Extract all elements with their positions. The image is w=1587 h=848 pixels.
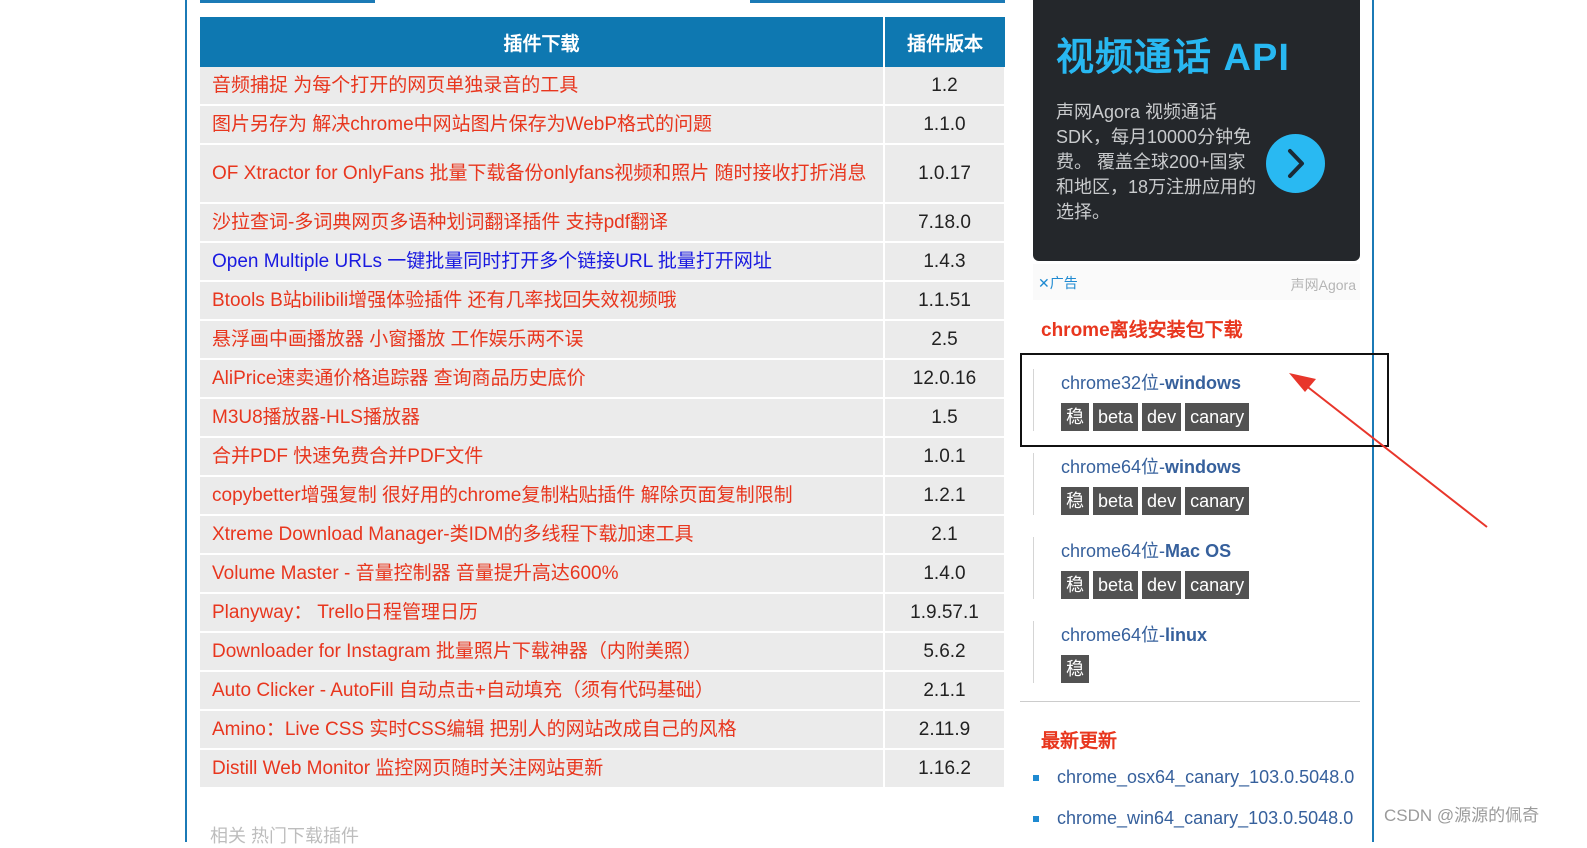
watermark: CSDN @源源的佩奇	[1384, 806, 1540, 825]
table-row: Planyway： Trello日程管理日历 1.9.57.1	[200, 593, 1006, 633]
plugin-link[interactable]: Distill Web Monitor 监控网页随时关注网站更新	[200, 749, 885, 789]
badge-dev[interactable]: dev版	[1142, 571, 1182, 623]
update-item[interactable]: chrome_osx64_canary_103.0.5048.0	[1033, 767, 1354, 788]
badge-stable[interactable]: 稳定版	[1061, 487, 1089, 567]
section-heading-cut: 相关 热门下载插件	[210, 826, 360, 846]
ad-description: 声网Agora 视频通话SDK，每月10000分钟免费。 覆盖全球200+国家和…	[1056, 102, 1257, 222]
plugin-version: 1.0.17	[884, 144, 1006, 204]
plugin-link[interactable]: copybetter增强复制 很好用的chrome复制粘贴插件 解除页面复制限制	[200, 476, 885, 516]
plugin-version: 1.1.0	[884, 105, 1006, 145]
divider	[1033, 621, 1034, 683]
plugin-link[interactable]: Btools B站bilibili增强体验插件 还有几率找回失效视频哦	[200, 281, 885, 321]
plugin-link[interactable]: OF Xtractor for OnlyFans 批量下载备份onlyfans视…	[200, 144, 885, 204]
badge-stable[interactable]: 稳定版	[1061, 571, 1089, 651]
plugin-link[interactable]: 沙拉查词-多词典网页多语种划词翻译插件 支持pdf翻译	[200, 203, 885, 243]
ad-banner[interactable]: 视频通话 API 声网Agora 视频通话SDK，每月10000分钟免费。 覆盖…	[1033, 0, 1360, 261]
updates-section-title: 最新更新	[1041, 731, 1118, 752]
table-row: OF Xtractor for OnlyFans 批量下载备份onlyfans视…	[200, 144, 1006, 204]
plugin-link[interactable]: 合并PDF 快速免费合并PDF文件	[200, 437, 885, 477]
table-row: Downloader for Instagram 批量照片下载神器（内附美照） 5…	[200, 632, 1006, 672]
table-row: Xtreme Download Manager-类IDM的多线程下载加速工具 2.…	[200, 515, 1006, 555]
plugin-version: 2.1.1	[884, 671, 1006, 711]
plugin-version: 1.1.51	[884, 281, 1006, 321]
offline-section-title: chrome离线安装包下载	[1041, 320, 1243, 341]
plugin-version: 1.9.57.1	[884, 593, 1006, 633]
plugin-link[interactable]: Downloader for Instagram 批量照片下载神器（内附美照）	[200, 632, 885, 672]
table-row: AliPrice速卖通价格追踪器 查询商品历史底价 12.0.16	[200, 359, 1006, 399]
plugin-version: 1.16.2	[884, 749, 1006, 789]
table-row: copybetter增强复制 很好用的chrome复制粘贴插件 解除页面复制限制…	[200, 476, 1006, 516]
table-row: Open Multiple URLs 一键批量同时打开多个链接URL 批量打开网…	[200, 242, 1006, 282]
plugin-version: 1.4.0	[884, 554, 1006, 594]
download-title[interactable]: chrome64位-Mac OS	[1061, 537, 1231, 563]
table-row: 悬浮画中画播放器 小窗播放 工作娱乐两不误 2.5	[200, 320, 1006, 360]
plugin-link[interactable]: 悬浮画中画播放器 小窗播放 工作娱乐两不误	[200, 320, 885, 360]
table-row: Btools B站bilibili增强体验插件 还有几率找回失效视频哦 1.1.5…	[200, 281, 1006, 321]
plugin-link[interactable]: Auto Clicker - AutoFill 自动点击+自动填充（须有代码基础…	[200, 671, 885, 711]
section-divider	[1020, 701, 1360, 702]
ad-arrow-button[interactable]	[1266, 134, 1325, 193]
table-row: 合并PDF 快速免费合并PDF文件 1.0.1	[200, 437, 1006, 477]
table-row: 沙拉查词-多词典网页多语种划词翻译插件 支持pdf翻译 7.18.0	[200, 203, 1006, 243]
plugin-table: 插件下载 插件版本 音频捕捉 为每个打开的网页单独录音的工具 1.2 图片另存为 …	[200, 17, 1006, 789]
content-border-left	[185, 0, 187, 842]
table-row: 图片另存为 解决chrome中网站图片保存为WebP格式的问题 1.1.0	[200, 105, 1006, 145]
plugin-version: 5.6.2	[884, 632, 1006, 672]
ad-brand: 声网Agora	[1290, 277, 1356, 293]
plugin-version: 2.11.9	[884, 710, 1006, 750]
update-item[interactable]: chrome_win64_canary_103.0.5048.0	[1033, 808, 1353, 829]
table-row: 音频捕捉 为每个打开的网页单独录音的工具 1.2	[200, 67, 1006, 106]
plugin-link[interactable]: M3U8播放器-HLS播放器	[200, 398, 885, 438]
table-row: Amino：Live CSS 实时CSS编辑 把别人的网站改成自己的风格 2.11…	[200, 710, 1006, 750]
badge-stable[interactable]: 稳定版	[1061, 655, 1089, 735]
table-row: Auto Clicker - AutoFill 自动点击+自动填充（须有代码基础…	[200, 671, 1006, 711]
badge-canary[interactable]: canary版	[1185, 571, 1250, 623]
tab-underline-active	[200, 0, 375, 3]
plugin-link[interactable]: AliPrice速卖通价格追踪器 查询商品历史底价	[200, 359, 885, 399]
plugin-link-visited[interactable]: Open Multiple URLs 一键批量同时打开多个链接URL 批量打开网…	[200, 242, 885, 282]
divider	[1033, 453, 1034, 515]
bullet-icon	[1033, 775, 1039, 782]
plugin-version: 2.5	[884, 320, 1006, 360]
plugin-link[interactable]: Xtreme Download Manager-类IDM的多线程下载加速工具	[200, 515, 885, 555]
bullet-icon	[1033, 816, 1039, 823]
ad-title: 视频通话 API	[1056, 37, 1290, 79]
plugin-link[interactable]: Planyway： Trello日程管理日历	[200, 593, 885, 633]
annotation-highlight-box	[1020, 353, 1389, 447]
plugin-link[interactable]: Amino：Live CSS 实时CSS编辑 把别人的网站改成自己的风格	[200, 710, 885, 750]
badge-canary[interactable]: canary版	[1185, 487, 1250, 539]
plugin-version: 1.0.1	[884, 437, 1006, 477]
plugin-version: 1.2	[884, 67, 1006, 106]
chevron-right-icon	[1288, 149, 1304, 178]
table-row: Distill Web Monitor 监控网页随时关注网站更新 1.16.2	[200, 749, 1006, 789]
plugin-link[interactable]: 图片另存为 解决chrome中网站图片保存为WebP格式的问题	[200, 105, 885, 145]
plugin-version: 2.1	[884, 515, 1006, 555]
plugin-version: 1.4.3	[884, 242, 1006, 282]
plugin-version: 1.5	[884, 398, 1006, 438]
plugin-version: 1.2.1	[884, 476, 1006, 516]
plugin-version: 7.18.0	[884, 203, 1006, 243]
plugin-link[interactable]: Volume Master - 音量控制器 音量提升高达600%	[200, 554, 885, 594]
download-title[interactable]: chrome64位-linux	[1061, 621, 1207, 647]
ad-close-button[interactable]: ✕广告	[1038, 273, 1078, 293]
plugin-version: 12.0.16	[884, 359, 1006, 399]
table-row: Volume Master - 音量控制器 音量提升高达600% 1.4.0	[200, 554, 1006, 594]
tab-underline	[750, 0, 1005, 3]
badge-beta[interactable]: beta版	[1093, 487, 1139, 539]
table-row: M3U8播放器-HLS播放器 1.5	[200, 398, 1006, 438]
header-plugin-version: 插件版本	[884, 17, 1005, 67]
plugin-link[interactable]: 音频捕捉 为每个打开的网页单独录音的工具	[200, 67, 885, 106]
header-plugin-download: 插件下载	[200, 17, 885, 67]
divider	[1033, 537, 1034, 599]
badge-dev[interactable]: dev版	[1142, 487, 1182, 539]
badge-beta[interactable]: beta版	[1093, 571, 1139, 623]
download-title[interactable]: chrome64位-windows	[1061, 453, 1241, 479]
ad-footer: ✕广告 声网Agora	[1033, 264, 1360, 300]
